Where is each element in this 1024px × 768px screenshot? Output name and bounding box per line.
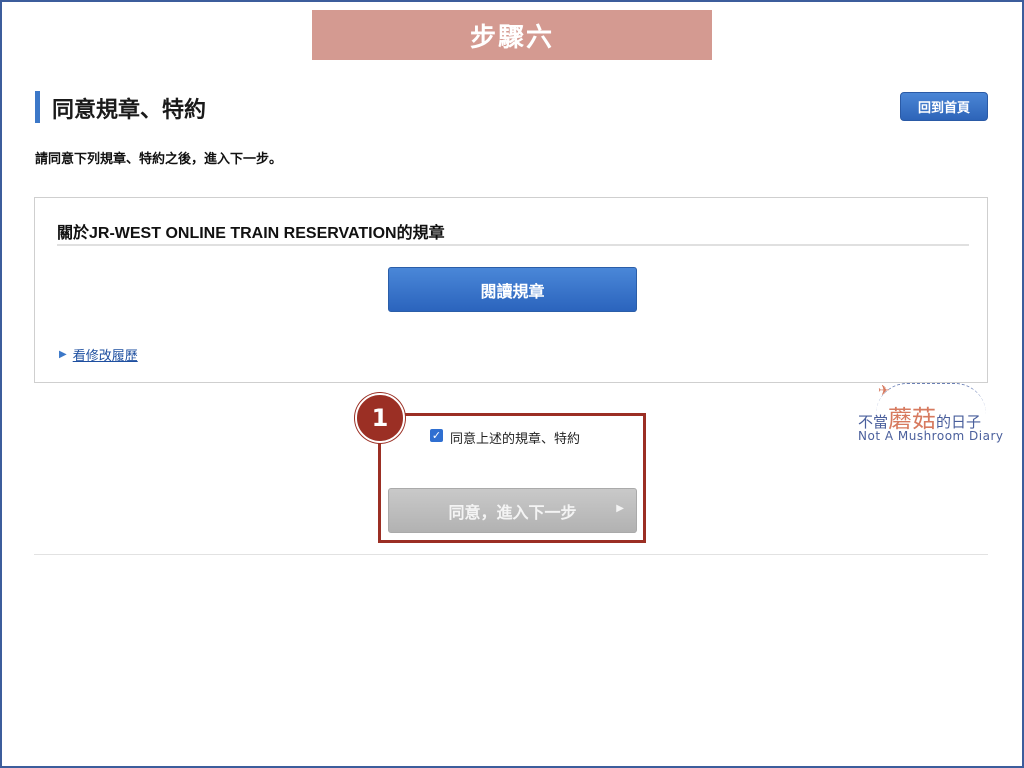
agree-next-label: 同意，進入下一步	[448, 502, 577, 522]
home-button[interactable]: 回到首頁	[900, 92, 988, 121]
terms-panel: 關於JR-WEST ONLINE TRAIN RESERVATION的規章 閱讀…	[34, 197, 988, 383]
terms-heading: 關於JR-WEST ONLINE TRAIN RESERVATION的規章	[57, 225, 445, 242]
agree-next-button[interactable]: 同意，進入下一步 ▶	[388, 488, 637, 533]
agree-checkbox[interactable]: ✓	[430, 429, 443, 442]
bottom-divider	[34, 554, 988, 555]
agree-checkbox-label[interactable]: 同意上述的規章、特約	[450, 428, 580, 447]
terms-divider	[57, 244, 969, 246]
triangle-right-icon: ▶	[59, 349, 67, 360]
airplane-icon: ✈	[878, 383, 890, 399]
step-banner: 步驟六	[312, 10, 712, 60]
watermark-logo: ✈ 不當蘑菇的日子 Not A Mushroom Diary	[858, 383, 1008, 447]
instruction-text: 請同意下列規章、特約之後，進入下一步。	[35, 152, 283, 167]
revision-history-label: 看修改履歷	[72, 349, 138, 364]
read-terms-button[interactable]: 閱讀規章	[388, 267, 637, 312]
triangle-right-icon: ▶	[616, 503, 624, 514]
page-title: 同意規章、特約	[52, 98, 207, 123]
watermark-english: Not A Mushroom Diary	[858, 429, 1004, 443]
title-accent-bar	[35, 91, 40, 123]
step-number-badge: 1	[355, 393, 405, 443]
revision-history-link[interactable]: ▶ 看修改履歷	[59, 345, 138, 364]
